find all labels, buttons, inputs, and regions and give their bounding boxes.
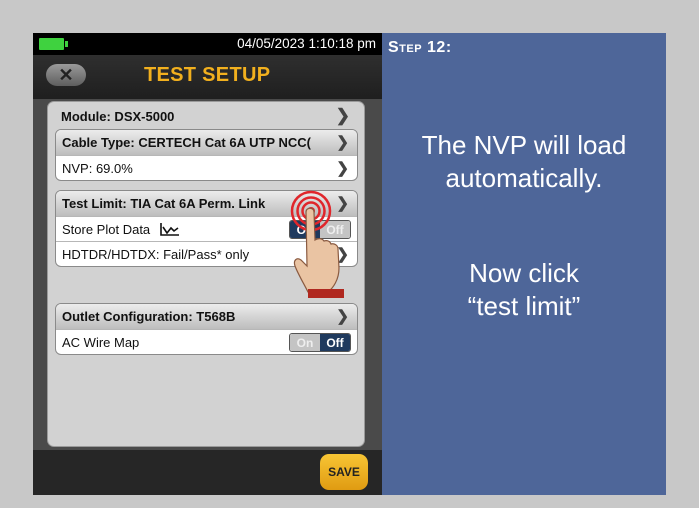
module-row[interactable]: Module: DSX-5000 ❯	[55, 105, 358, 127]
instruction-text-2: Now click “test limit”	[382, 257, 666, 323]
ac-wire-map-label: AC Wire Map	[62, 334, 140, 350]
instruction-text-1: The NVP will load automatically.	[382, 129, 666, 195]
page-title: TEST SETUP	[144, 64, 271, 86]
step-word: Step	[388, 39, 423, 56]
outlet-group: Outlet Configuration: T568B ❯ AC Wire Ma…	[55, 303, 358, 355]
save-button[interactable]: SAVE	[320, 454, 368, 490]
chevron-right-icon: ❯	[336, 160, 349, 177]
ac-wire-map-toggle[interactable]: On Off	[289, 333, 351, 352]
nvp-label: NVP: 69.0%	[62, 160, 133, 176]
status-datetime: 04/05/2023 1:10:18 pm	[237, 36, 376, 51]
cable-type-label: Cable Type: CERTECH Cat 6A UTP NCC(	[62, 135, 311, 150]
instruction-line-1: The NVP will load automatically.	[421, 130, 627, 193]
x-close-icon: ✕	[58, 64, 74, 85]
toggle-off: Off	[320, 334, 350, 351]
step-heading: Step 12:	[388, 39, 452, 57]
cable-type-row[interactable]: Cable Type: CERTECH Cat 6A UTP NCC( ❯	[56, 130, 357, 155]
test-limit-label: Test Limit: TIA Cat 6A Perm. Link	[62, 196, 266, 211]
tester-screen: 04/05/2023 1:10:18 pm ✕ TEST SETUP Modul…	[33, 33, 382, 495]
battery-icon	[39, 38, 68, 50]
store-plot-label: Store Plot Data	[62, 221, 151, 237]
outlet-config-row[interactable]: Outlet Configuration: T568B ❯	[56, 304, 357, 329]
outlet-config-label: Outlet Configuration: T568B	[62, 309, 236, 324]
ac-wire-map-row: AC Wire Map On Off	[56, 329, 357, 354]
title-bar: ✕ TEST SETUP	[33, 55, 382, 99]
plot-graph-icon	[160, 223, 180, 236]
hdtdr-label: HDTDR/HDTDX: Fail/Pass* only	[62, 246, 250, 262]
pointing-hand-icon	[290, 190, 344, 298]
module-label: Module: DSX-5000	[61, 108, 175, 124]
instruction-line-2: Now click “test limit”	[467, 258, 581, 321]
nvp-row[interactable]: NVP: 69.0% ❯	[56, 155, 357, 180]
back-button[interactable]: ✕	[46, 64, 86, 86]
chevron-right-icon: ❯	[335, 106, 350, 125]
footer-bar: SAVE	[33, 450, 382, 495]
instruction-panel: Step 12: The NVP will load automatically.…	[382, 33, 666, 495]
step-number: 12:	[427, 39, 452, 56]
cable-group: Cable Type: CERTECH Cat 6A UTP NCC( ❯ NV…	[55, 129, 358, 181]
status-bar: 04/05/2023 1:10:18 pm	[33, 33, 382, 55]
chevron-right-icon: ❯	[336, 308, 349, 325]
chevron-right-icon: ❯	[336, 134, 349, 151]
toggle-on: On	[290, 334, 320, 351]
